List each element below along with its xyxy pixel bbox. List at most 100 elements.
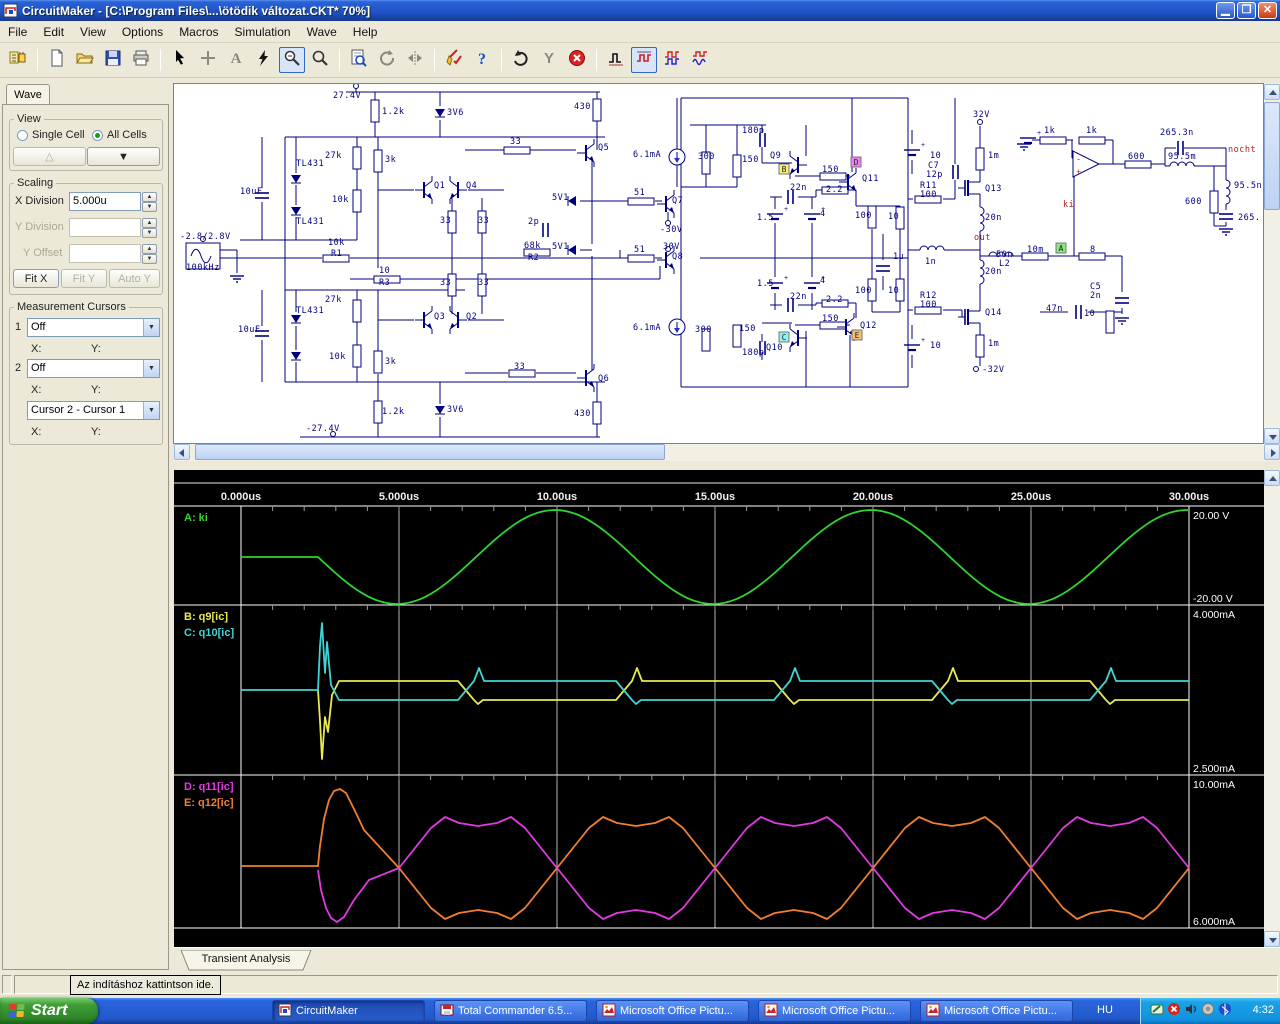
schematic-vscrollbar[interactable] (1264, 84, 1280, 444)
x-division-spinner[interactable]: ▲ ▼ (142, 192, 157, 212)
cell-down-button[interactable]: ▼ (87, 147, 160, 166)
toolbar-button-select-arrow[interactable] (167, 47, 193, 73)
restore-button[interactable]: ❐ (1237, 2, 1256, 19)
schematic-canvas[interactable]: + + + + + + + - +27.4V 1.2k 3V6 430 33 Q5 27k 3k TL431 10… (173, 83, 1264, 444)
svg-text:Y: Y (544, 50, 554, 67)
tab-transient-analysis[interactable]: Transient Analysis (180, 949, 312, 971)
menu-item-help[interactable]: Help (345, 23, 386, 41)
security-alert-icon[interactable] (1167, 1002, 1181, 1021)
close-button[interactable]: ✕ (1258, 2, 1277, 19)
toolbar-button-reset[interactable] (508, 47, 534, 73)
task-button-1[interactable]: CircuitMaker (272, 1000, 425, 1022)
toolbar-button-delete-lightning[interactable] (251, 47, 277, 73)
minimize-button[interactable]: ▁ (1216, 2, 1235, 19)
y-division-spinner[interactable]: ▲ ▼ (142, 218, 157, 238)
cell-up-button[interactable]: △ (13, 147, 86, 166)
toolbar-button-magnifier[interactable] (307, 47, 333, 73)
menu-item-edit[interactable]: Edit (35, 23, 72, 41)
schematic-hscroll-thumb[interactable] (195, 444, 665, 460)
toolbar-button-digital-step[interactable] (603, 47, 629, 73)
task-button-3[interactable]: Microsoft Office Pictu... (596, 1000, 749, 1022)
menu-item-options[interactable]: Options (114, 23, 171, 41)
tablet-pen-icon[interactable] (1150, 1002, 1164, 1021)
windows-flag-icon (8, 1004, 25, 1017)
toolbar-button-analog-wave[interactable] (631, 47, 657, 73)
radio-all-cells[interactable] (92, 130, 103, 141)
toolbar-button-stop[interactable] (564, 47, 590, 73)
toolbar-button-multi-wave[interactable] (659, 47, 685, 73)
scroll-left-icon[interactable] (174, 444, 190, 460)
schematic-label: -2.8/2.8V (180, 232, 231, 242)
volume-icon[interactable] (1184, 1002, 1198, 1021)
y-division-input[interactable] (69, 218, 141, 237)
chevron-down-icon[interactable]: ▼ (143, 402, 159, 419)
scroll-down-icon[interactable] (1264, 428, 1280, 444)
menu-item-file[interactable]: File (0, 23, 35, 41)
system-icon[interactable] (1201, 1002, 1215, 1021)
y-offset-spinner[interactable]: ▲ ▼ (142, 244, 157, 264)
task-button-2[interactable]: Total Commander 6.5... (434, 1000, 587, 1022)
schematic-node-marker: A (1059, 244, 1064, 253)
radio-single-cell[interactable] (17, 130, 28, 141)
toolbar-button-mixed-wave[interactable] (687, 47, 713, 73)
toolbar-button-new-file[interactable] (44, 47, 70, 73)
scroll-up-icon[interactable] (1264, 470, 1280, 486)
language-indicator[interactable]: HU (1088, 1004, 1122, 1016)
fit-y-button[interactable]: Fit Y (61, 269, 107, 288)
toolbar-button-find-part[interactable] (346, 47, 372, 73)
bluetooth-icon[interactable] (1218, 1002, 1232, 1021)
chevron-down-icon[interactable]: ▼ (143, 360, 159, 377)
toolbar-button-print[interactable] (128, 47, 154, 73)
schematic-label: 3k (385, 155, 396, 165)
mixed-wave-icon (691, 49, 709, 72)
time-axis-tick: 5.000us (379, 491, 419, 503)
schematic-label: 100 (920, 190, 937, 200)
schematic-hscrollbar[interactable] (174, 444, 1280, 461)
cursor1-dropdown[interactable]: Off ▼ (27, 318, 160, 337)
x-division-input[interactable]: 5.000u (69, 192, 141, 211)
scroll-down-icon[interactable] (1264, 931, 1280, 947)
y-offset-input[interactable] (69, 244, 141, 263)
toolbar-button-rotate[interactable] (374, 47, 400, 73)
schematic-label: 51 (634, 188, 645, 198)
task-button-label: Microsoft Office Pictu... (782, 1005, 895, 1017)
toolbar-button-simulation-options[interactable] (441, 47, 467, 73)
schematic-label: 180p (742, 348, 764, 358)
toolbar-button-probe[interactable]: Y (536, 47, 562, 73)
fit-x-button[interactable]: Fit X (13, 269, 59, 288)
cursor-diff-dropdown[interactable]: Cursor 2 - Cursor 1 ▼ (27, 401, 160, 420)
time-axis-tick: 30.00us (1169, 491, 1209, 503)
svg-text:+: + (784, 206, 788, 213)
wave-vscrollbar[interactable] (1264, 470, 1280, 947)
toolbar-button-help[interactable]: ? (469, 47, 495, 73)
cursor2-dropdown[interactable]: Off ▼ (27, 359, 160, 378)
task-button-5[interactable]: Microsoft Office Pictu... (920, 1000, 1073, 1022)
menu-item-view[interactable]: View (72, 23, 114, 41)
waveform-plot[interactable]: 0.000us 5.000us 10.00us 15.00us 20.00us 25.00… (174, 470, 1264, 947)
trace-label: C: q10[ic] (184, 627, 234, 639)
schematic-label: 10uF (240, 187, 262, 197)
toolbar-button-parts-browser[interactable] (5, 47, 31, 73)
schematic-label: 600 (1185, 197, 1202, 207)
schematic-label: 4 (820, 276, 826, 286)
task-button-4[interactable]: Microsoft Office Pictu... (758, 1000, 911, 1022)
toolbar-button-crosshair[interactable] (195, 47, 221, 73)
trace-label: B: q9[ic] (184, 611, 228, 623)
auto-y-button[interactable]: Auto Y (109, 269, 160, 288)
start-button[interactable]: Start (0, 998, 98, 1024)
menu-item-wave[interactable]: Wave (299, 23, 345, 41)
toolbar-button-save-file[interactable] (100, 47, 126, 73)
toolbar-button-zoom-tool[interactable] (279, 47, 305, 73)
schematic-label: 33 (440, 216, 451, 226)
toolbar-button-open-file[interactable] (72, 47, 98, 73)
chevron-down-icon[interactable]: ▼ (143, 319, 159, 336)
toolbar-button-text-tool[interactable]: A (223, 47, 249, 73)
schematic-label: 27k (325, 151, 342, 161)
scroll-right-icon[interactable] (1264, 444, 1280, 460)
menu-item-macros[interactable]: Macros (171, 23, 226, 41)
tab-wave[interactable]: Wave (6, 84, 50, 105)
menu-item-simulation[interactable]: Simulation (227, 23, 299, 41)
toolbar-button-mirror[interactable] (402, 47, 428, 73)
scroll-up-icon[interactable] (1264, 84, 1280, 100)
schematic-vscroll-thumb[interactable] (1264, 102, 1280, 210)
